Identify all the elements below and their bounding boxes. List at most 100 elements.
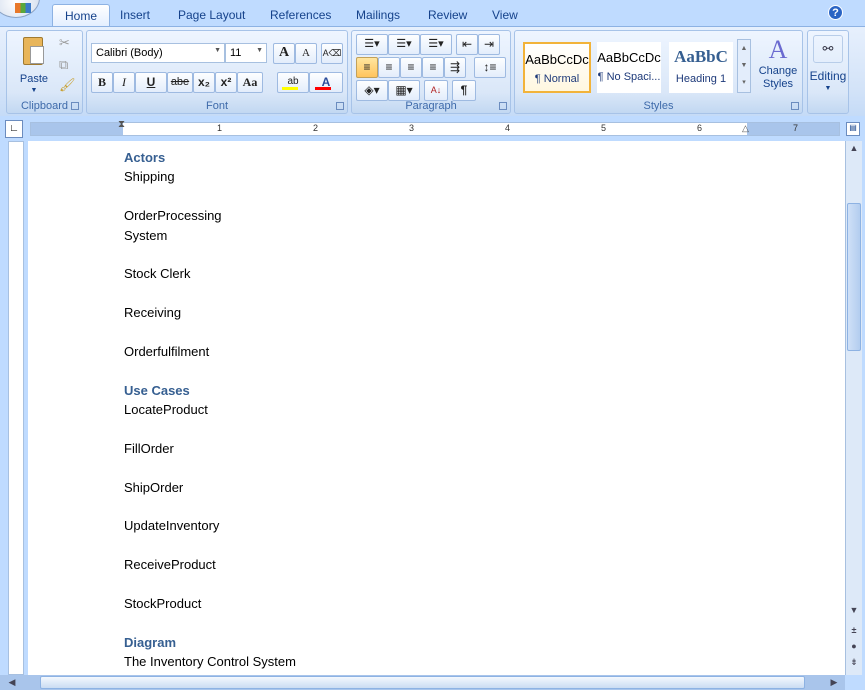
format-painter-icon[interactable]: 🖌 [59,77,76,93]
align-left-button[interactable]: ≡ [356,57,378,78]
align-right-button[interactable]: ≡ [400,57,422,78]
vertical-scrollbar[interactable]: ▲ ▼ ± ● ⇟ [845,141,862,675]
empty-paragraph[interactable] [124,458,296,477]
paragraph[interactable]: Shipping [124,167,296,186]
paragraph[interactable]: ReceiveProduct [124,555,296,574]
previous-page-icon[interactable]: ± [846,625,862,635]
superscript-button[interactable]: x² [215,72,237,93]
vertical-ruler[interactable] [8,141,24,675]
shrink-font-button[interactable]: A [295,43,317,64]
multilevel-list-button[interactable]: ☰▾ [420,34,452,55]
paragraph[interactable]: FillOrder [124,439,296,458]
paragraph[interactable]: Orderfulfilment [124,342,296,361]
horizontal-scrollbar[interactable]: ◀ ▶ [0,675,845,690]
clear-formatting-icon[interactable]: A⌫ [321,43,343,64]
next-page-icon[interactable]: ⇟ [846,657,862,668]
editing-button[interactable]: Editing [808,69,848,83]
indent-marker-icon[interactable]: ⧗ [118,119,125,130]
scroll-right-icon[interactable]: ▶ [826,677,842,688]
tab-home[interactable]: Home [52,4,111,26]
paragraph[interactable]: StockProduct [124,594,296,613]
change-styles-button[interactable]: A Change Styles [755,35,801,91]
tab-page-layout[interactable]: Page Layout [166,4,257,26]
style-no-spaci[interactable]: AaBbCcDc ¶ No Spaci... [597,42,661,93]
horizontal-scroll-thumb[interactable] [40,676,805,689]
rtl-button[interactable]: ⇶ [444,57,466,78]
right-indent-marker-icon[interactable]: △ [742,123,749,134]
paragraph[interactable]: Receiving [124,303,296,322]
borders-button[interactable]: ▦▾ [388,80,420,101]
paragraph[interactable]: System [124,226,296,245]
paragraph[interactable]: UpdateInventory [124,516,296,535]
font-launcher-icon[interactable] [336,102,344,110]
paragraph-launcher-icon[interactable] [499,102,507,110]
bullets-button[interactable]: ☰▾ [356,34,388,55]
scroll-down-icon[interactable]: ▼ [846,605,862,615]
cut-icon[interactable]: ✂ [59,35,70,51]
help-icon[interactable]: ? [828,5,843,20]
empty-paragraph[interactable] [124,361,296,380]
font-color-button[interactable]: A [309,72,343,93]
change-case-button[interactable]: Aa [237,72,263,93]
clipboard-launcher-icon[interactable] [71,102,79,110]
tab-insert[interactable]: Insert [108,4,162,26]
sort-button[interactable]: A↓ [424,80,448,101]
tab-selector-icon[interactable]: ∟ [5,120,23,138]
show-formatting-button[interactable]: ¶ [452,80,476,101]
empty-paragraph[interactable] [124,497,296,516]
tab-references[interactable]: References [258,4,343,26]
align-center-button[interactable]: ≡ [378,57,400,78]
find-binoculars-icon[interactable]: ⚯ [813,35,843,63]
numbering-button[interactable]: ☰▾ [388,34,420,55]
paragraph[interactable]: LocateProduct [124,400,296,419]
bold-button[interactable]: B [91,72,113,93]
paragraph[interactable]: ShipOrder [124,478,296,497]
paragraph[interactable]: OrderProcessing [124,206,296,225]
empty-paragraph[interactable] [124,284,296,303]
heading[interactable]: Diagram [124,633,296,652]
italic-button[interactable]: I [113,72,135,93]
styles-launcher-icon[interactable] [791,102,799,110]
highlight-button[interactable]: ab [277,72,309,93]
copy-icon[interactable]: ⧉ [59,57,68,73]
empty-paragraph[interactable] [124,187,296,206]
subscript-button[interactable]: x₂ [193,72,215,93]
office-button[interactable] [0,0,40,18]
grow-font-button[interactable]: A [273,43,295,64]
ruler-number: 3 [409,123,415,133]
empty-paragraph[interactable] [124,245,296,264]
document-page[interactable]: Actors Shipping OrderProcessing System Stock… [28,141,845,675]
heading[interactable]: Use Cases [124,381,296,400]
scroll-left-icon[interactable]: ◀ [4,677,20,688]
tab-view[interactable]: View [480,4,530,26]
empty-paragraph[interactable] [124,575,296,594]
style-heading-1[interactable]: AaBbC Heading 1 [669,42,733,93]
vertical-scroll-thumb[interactable] [847,203,861,351]
shading-button[interactable]: ◈▾ [356,80,388,101]
justify-button[interactable]: ≡ [422,57,444,78]
tab-mailings[interactable]: Mailings [344,4,412,26]
paste-button[interactable]: Paste ▼ [15,35,53,97]
increase-indent-button[interactable]: ⇥ [478,34,500,55]
tab-review[interactable]: Review [416,4,479,26]
font-family-select[interactable]: Calibri (Body) ▼ [91,43,225,63]
ruler-number: 5 [601,123,607,133]
view-ruler-icon[interactable]: ▤ [846,122,860,136]
scroll-up-icon[interactable]: ▲ [846,143,862,153]
strikethrough-button[interactable]: abe [167,72,193,93]
select-browse-object-icon[interactable]: ● [846,641,862,651]
style-normal[interactable]: AaBbCcDc ¶ Normal [523,42,591,93]
decrease-indent-button[interactable]: ⇤ [456,34,478,55]
paragraph[interactable]: Stock Clerk [124,264,296,283]
empty-paragraph[interactable] [124,419,296,438]
font-size-select[interactable]: 11 ▼ [225,43,267,63]
heading[interactable]: Actors [124,148,296,167]
empty-paragraph[interactable] [124,536,296,555]
line-spacing-button[interactable]: ↕≡ [474,57,506,78]
underline-button[interactable]: U [135,72,167,93]
paragraph[interactable]: The Inventory Control System [124,652,296,671]
styles-gallery-scroll[interactable]: ▲ ▼ ▾ [737,39,751,93]
empty-paragraph[interactable] [124,613,296,632]
empty-paragraph[interactable] [124,323,296,342]
horizontal-ruler[interactable]: ∟ 1 2 3 4 5 6 7 ⧗ △ ▤ [0,117,865,141]
